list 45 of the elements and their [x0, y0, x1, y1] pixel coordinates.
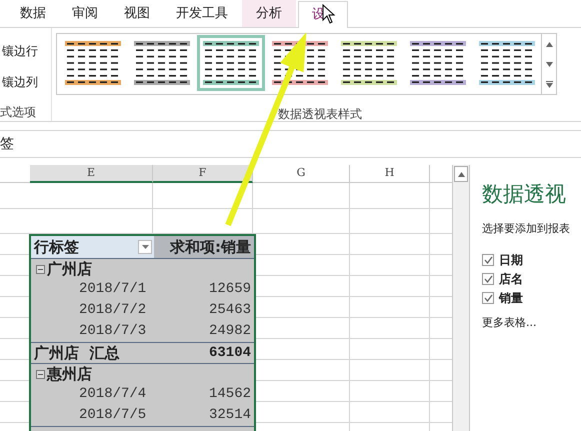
row-label: 广州店 — [47, 258, 92, 280]
more-tables-link[interactable]: 更多表格... — [482, 315, 581, 332]
row-label: 2018/7/5 — [79, 406, 146, 425]
ribbon-tab[interactable]: 数据 — [8, 0, 58, 27]
column-header[interactable]: G — [253, 165, 350, 183]
formula-bar-value[interactable]: 签 — [0, 134, 14, 154]
row-label: 2018/7/2 — [79, 301, 146, 320]
collapse-icon[interactable] — [36, 264, 45, 274]
row-label: 2018/7/4 — [79, 385, 146, 404]
value-cell-text: 12659 — [208, 280, 251, 299]
column-header[interactable]: E — [30, 165, 153, 183]
mouse-cursor-icon — [322, 4, 336, 24]
value-cell-text: 25463 — [208, 301, 251, 320]
group-label: 数据透视表样式 — [278, 106, 362, 123]
row-label: 广州店 汇总 — [34, 342, 120, 364]
collapse-icon[interactable] — [36, 370, 45, 378]
row-label: 2018/7/1 — [79, 280, 146, 299]
pane-instructions: 选择要添加到报表 — [482, 220, 571, 236]
value-cell-text: 14562 — [208, 385, 251, 404]
ribbon-tab[interactable]: 审阅 — [60, 0, 110, 27]
table-style-thumbnail[interactable] — [197, 35, 265, 91]
value-cell-text: 32514 — [208, 406, 251, 425]
field-checkbox[interactable] — [482, 292, 494, 304]
field-label: 店名 — [499, 270, 523, 288]
value-header: 求和项:销量 — [170, 236, 251, 258]
filter-dropdown-icon[interactable] — [138, 240, 152, 254]
group-label: 式选项 — [0, 104, 37, 121]
column-header[interactable]: F — [153, 165, 253, 183]
ribbon-tab[interactable]: 视图 — [112, 0, 162, 27]
field-checkbox[interactable] — [482, 272, 494, 284]
field-checkbox[interactable] — [482, 254, 494, 266]
value-cell-text: 63104 — [208, 344, 251, 362]
field-label: 日期 — [499, 252, 523, 268]
column-header[interactable]: H — [350, 165, 430, 183]
option-label[interactable]: 镶边行 — [0, 36, 50, 66]
field-label: 销量 — [499, 290, 523, 306]
row-label: 2018/7/3 — [79, 322, 146, 341]
option-label[interactable]: 镶边列 — [0, 66, 50, 97]
scroll-up-icon[interactable] — [454, 166, 468, 182]
ribbon-tab[interactable]: 分析 — [242, 0, 296, 27]
row-label: 惠州店 — [47, 364, 92, 385]
row-labels-header: 行标签 — [34, 236, 79, 258]
pane-title: 数据透视 — [482, 181, 567, 208]
value-cell-text: 24982 — [208, 322, 251, 341]
ribbon-tab[interactable]: 开发工具 — [164, 0, 240, 27]
